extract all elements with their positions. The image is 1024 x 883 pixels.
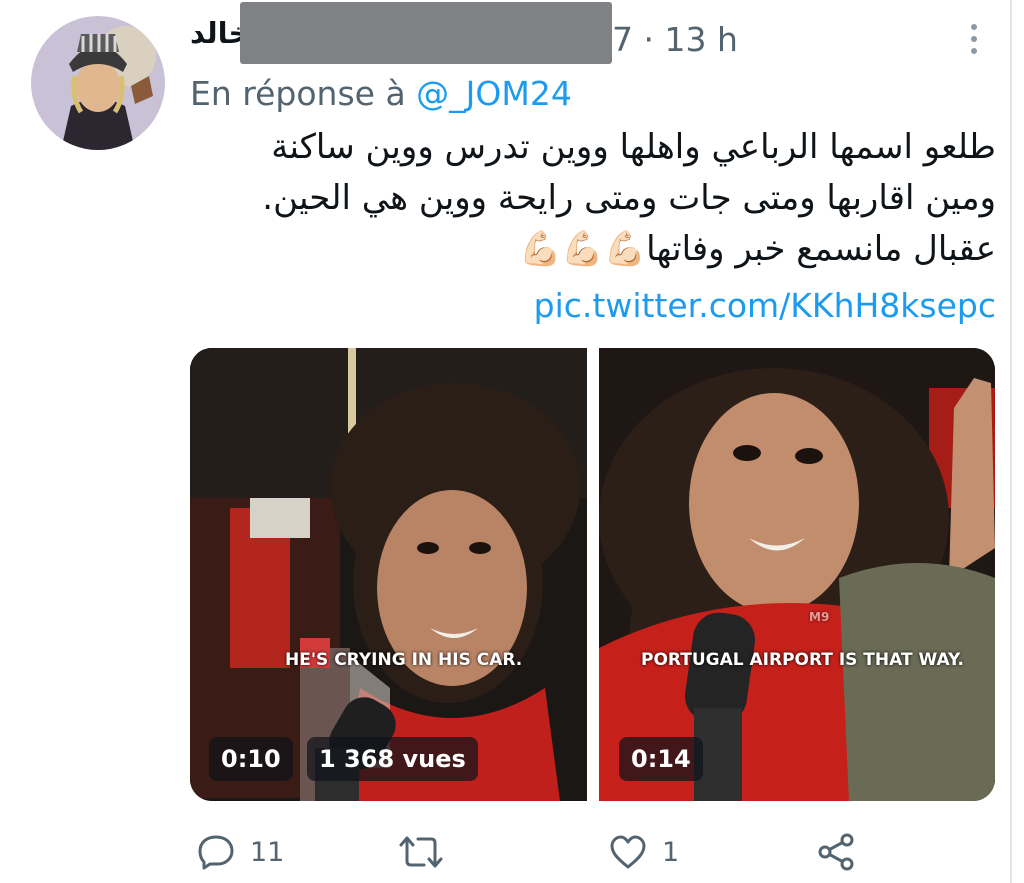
window-edge — [1010, 0, 1012, 883]
video-duration: 0:10 — [209, 737, 293, 781]
reply-count: 11 — [250, 836, 285, 868]
video-caption: HE'S CRYING IN HIS CAR. — [285, 650, 523, 670]
reply-prefix: En réponse à — [190, 74, 406, 113]
like-icon — [610, 835, 646, 869]
more-icon[interactable] — [962, 22, 986, 56]
tweet-text-line: عقبال مانسمع خبر وفاتها💪🏻💪🏻💪🏻 — [196, 224, 996, 275]
tweet-timestamp[interactable]: 7 · 13 h — [612, 20, 738, 59]
avatar[interactable] — [31, 16, 165, 150]
share-button[interactable] — [816, 832, 872, 872]
video-watermark: M9 — [809, 610, 830, 624]
tweet-text-line: طلعو اسمها الرباعي واهلها ووين تدرس ووين… — [271, 127, 996, 167]
pic-link[interactable]: pic.twitter.com/KKhH8ksepc — [534, 286, 996, 325]
flexed-biceps-emoji: 💪🏻💪🏻💪🏻 — [519, 229, 647, 269]
video-thumbnail-2[interactable]: PORTUGAL AIRPORT IS THAT WAY. M9 0:14 — [599, 348, 995, 801]
reply-icon — [198, 835, 234, 870]
reply-button[interactable]: 11 — [196, 832, 284, 872]
video-thumbnail-1[interactable]: HE'S CRYING IN HIS CAR. 0:10 1 368 vues — [190, 348, 587, 801]
share-icon — [818, 833, 854, 871]
retweet-icon — [399, 836, 443, 868]
retweet-button[interactable] — [398, 832, 458, 872]
tweet-text-line-text: عقبال مانسمع خبر وفاتها — [646, 229, 996, 269]
tweet-text-line: ومين اقاربها ومتى جات ومتى رايحة ووين هي… — [262, 178, 996, 218]
reply-context: En réponse à @_JOM24 — [190, 74, 572, 113]
redaction-block — [240, 2, 612, 64]
reply-handle-link[interactable]: @_JOM24 — [416, 74, 572, 113]
like-count: 1 — [662, 836, 680, 868]
video-caption: PORTUGAL AIRPORT IS THAT WAY. — [641, 650, 964, 670]
like-button[interactable]: 1 — [608, 832, 679, 872]
video-view-count: 1 368 vues — [307, 737, 478, 781]
video-duration: 0:14 — [619, 737, 703, 781]
tweet-text: طلعو اسمها الرباعي واهلها ووين تدرس ووين… — [196, 122, 996, 275]
